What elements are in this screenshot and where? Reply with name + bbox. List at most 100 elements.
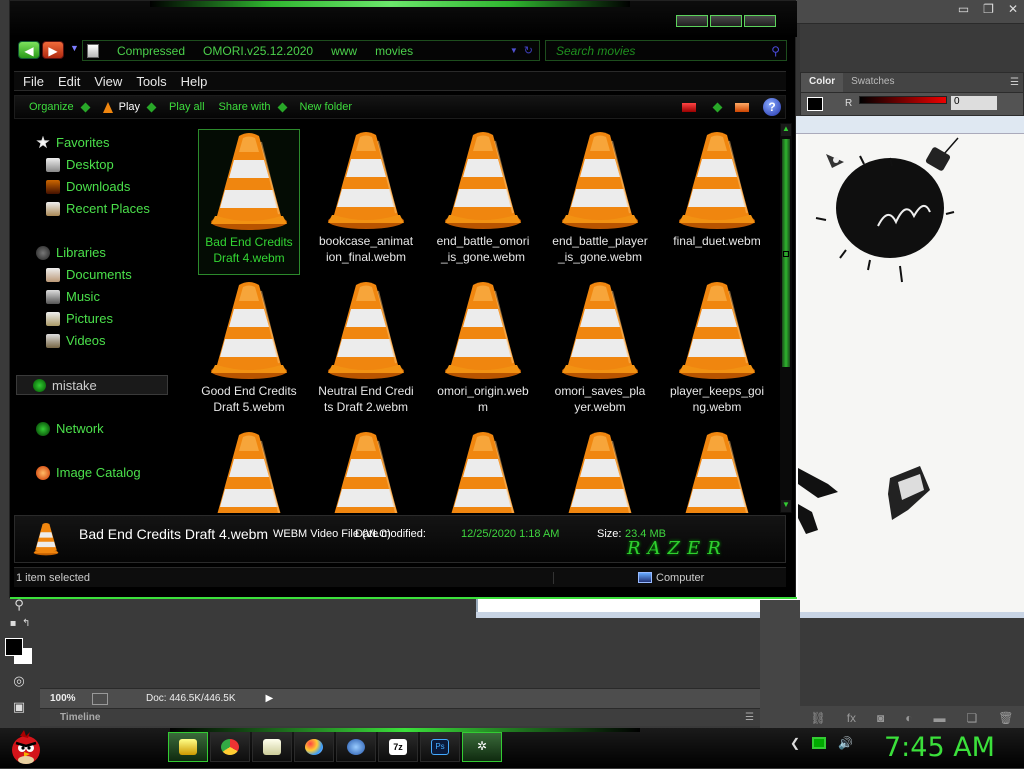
quick-mask-icon[interactable]: ◎ bbox=[8, 674, 30, 692]
adjustment-icon[interactable]: ◐ bbox=[905, 711, 912, 725]
menu-view[interactable]: View bbox=[94, 74, 122, 89]
photoshop-canvas[interactable] bbox=[798, 134, 1024, 618]
nav-network[interactable]: Network bbox=[36, 421, 104, 436]
file-item[interactable]: end_battle_omori_is_gone.webm bbox=[432, 129, 534, 275]
restore-icon[interactable]: ❐ bbox=[983, 2, 994, 16]
mask-icon[interactable]: ◙ bbox=[877, 711, 884, 725]
scroll-down-icon[interactable]: ▼ bbox=[781, 500, 791, 512]
zoom-level[interactable]: 100% bbox=[40, 693, 84, 704]
nav-libraries[interactable]: Libraries bbox=[36, 245, 106, 260]
breadcrumb-www[interactable]: www bbox=[331, 44, 357, 58]
change-view-icon[interactable] bbox=[682, 102, 696, 112]
menu-file[interactable]: File bbox=[23, 74, 44, 89]
default-colors-icon[interactable]: ▪ bbox=[2, 618, 24, 636]
help-icon[interactable]: ? bbox=[763, 98, 781, 116]
taskbar-files[interactable] bbox=[252, 732, 292, 762]
status-menu-icon[interactable]: ▶ bbox=[266, 693, 274, 704]
nav-mistake[interactable]: mistake bbox=[16, 375, 168, 395]
nav-image-catalog[interactable]: Image Catalog bbox=[36, 465, 141, 480]
taskbar-paint[interactable] bbox=[294, 732, 334, 762]
file-item[interactable]: bookcase_animation_final.webm bbox=[315, 129, 417, 275]
preview-pane-icon[interactable] bbox=[735, 102, 749, 112]
organize-button[interactable]: Organize bbox=[29, 101, 91, 113]
maximize-button[interactable] bbox=[710, 15, 742, 27]
nav-recent-places[interactable]: Recent Places bbox=[46, 201, 150, 216]
breadcrumb-omori[interactable]: OMORI.v25.12.2020 bbox=[203, 44, 313, 58]
swap-colors-icon[interactable]: ↰ bbox=[22, 618, 30, 629]
minimize-icon[interactable]: ▭ bbox=[958, 2, 969, 16]
menu-edit[interactable]: Edit bbox=[58, 74, 80, 89]
taskbar-ie[interactable] bbox=[336, 732, 376, 762]
foreground-swatch[interactable] bbox=[807, 97, 823, 111]
file-item[interactable]: end_battle_player_is_gone.webm bbox=[549, 129, 651, 275]
scroll-up-icon[interactable]: ▲ bbox=[781, 124, 791, 136]
close-icon[interactable]: ✕ bbox=[1008, 2, 1018, 16]
menu-tools[interactable]: Tools bbox=[136, 74, 166, 89]
folder-icon[interactable]: ▬ bbox=[934, 711, 946, 725]
taskbar-clock[interactable]: 7:45 AM bbox=[884, 732, 995, 763]
taskbar-7zip[interactable]: 7z bbox=[378, 732, 418, 762]
close-button[interactable] bbox=[744, 15, 776, 27]
taskbar-explorer[interactable] bbox=[168, 732, 208, 762]
address-dropdown-icon[interactable]: ▼ bbox=[510, 46, 518, 55]
nav-pictures[interactable]: Pictures bbox=[46, 311, 113, 326]
view-dropdown-icon[interactable] bbox=[712, 102, 723, 112]
file-item[interactable]: player_keeps_going.webm bbox=[666, 279, 768, 425]
forward-button[interactable]: ▶ bbox=[42, 41, 64, 59]
network-status-icon[interactable] bbox=[812, 737, 827, 749]
file-list-scrollbar[interactable]: ▲ ▼ bbox=[780, 123, 792, 513]
file-item[interactable] bbox=[432, 429, 534, 513]
fx-icon[interactable]: fx bbox=[847, 711, 856, 725]
minimize-button[interactable] bbox=[676, 15, 708, 27]
timeline-label[interactable]: Timeline bbox=[60, 712, 100, 723]
play-all-button[interactable]: Play all bbox=[169, 101, 204, 113]
play-button[interactable]: Play bbox=[102, 101, 157, 113]
trash-icon[interactable]: 🗑 bbox=[998, 711, 1013, 725]
tab-color[interactable]: Color bbox=[801, 73, 844, 92]
start-button[interactable] bbox=[6, 730, 46, 766]
explorer-titlebar[interactable] bbox=[10, 1, 797, 37]
nav-music[interactable]: Music bbox=[46, 289, 100, 304]
screen-mode-icon[interactable]: ▣ bbox=[8, 700, 30, 718]
nav-desktop[interactable]: Desktop bbox=[46, 157, 114, 172]
timeline-menu-icon[interactable]: ☰ bbox=[745, 712, 754, 723]
history-dropdown-icon[interactable]: ▼ bbox=[70, 43, 79, 53]
zoom-tool-icon[interactable]: ⚲ bbox=[8, 598, 30, 616]
nav-downloads[interactable]: Downloads bbox=[46, 179, 130, 194]
file-item[interactable]: Good End Credits Draft 5.webm bbox=[198, 279, 300, 425]
file-item[interactable]: omori_saves_player.webm bbox=[549, 279, 651, 425]
nav-favorites[interactable]: Favorites bbox=[36, 135, 109, 150]
taskbar-chrome[interactable] bbox=[210, 732, 250, 762]
menu-help[interactable]: Help bbox=[181, 74, 208, 89]
document-scrollbar[interactable] bbox=[476, 612, 1024, 618]
file-item[interactable]: final_duet.webm bbox=[666, 129, 768, 275]
red-channel-slider[interactable] bbox=[859, 96, 947, 104]
foreground-color[interactable] bbox=[5, 638, 23, 656]
nav-documents[interactable]: Documents bbox=[46, 267, 132, 282]
taskbar-photoshop[interactable]: Ps bbox=[420, 732, 460, 762]
share-with-button[interactable]: Share with bbox=[219, 101, 287, 113]
file-item[interactable] bbox=[198, 429, 300, 513]
tab-swatches[interactable]: Swatches bbox=[843, 73, 902, 92]
file-item[interactable]: omori_origin.webm bbox=[432, 279, 534, 425]
breadcrumb-compressed[interactable]: Compressed bbox=[117, 44, 185, 58]
search-icon[interactable]: ⚲ bbox=[771, 44, 780, 58]
nav-videos[interactable]: Videos bbox=[46, 333, 106, 348]
refresh-icon[interactable]: ↻ bbox=[524, 44, 533, 57]
file-item[interactable] bbox=[666, 429, 768, 513]
back-button[interactable]: ◀ bbox=[18, 41, 40, 59]
new-layer-icon[interactable]: ❏ bbox=[966, 711, 977, 725]
document-info-icon[interactable] bbox=[92, 692, 108, 705]
red-channel-value[interactable]: 0 bbox=[951, 96, 997, 110]
taskbar-razer[interactable]: ✲ bbox=[462, 732, 502, 762]
new-folder-button[interactable]: New folder bbox=[300, 101, 353, 113]
panel-menu-icon[interactable]: ☰ bbox=[1010, 77, 1019, 88]
file-item[interactable] bbox=[549, 429, 651, 513]
address-bar[interactable]: Compressed OMORI.v25.12.2020 www movies … bbox=[82, 40, 540, 61]
link-icon[interactable]: ⛓ bbox=[810, 711, 825, 725]
breadcrumb-movies[interactable]: movies bbox=[375, 44, 413, 58]
file-item[interactable]: Neutral End Credits Draft 2.webm bbox=[315, 279, 417, 425]
file-item[interactable] bbox=[315, 429, 417, 513]
volume-icon[interactable]: 🔊 bbox=[838, 736, 853, 750]
file-item[interactable]: Bad End Credits Draft 4.webm bbox=[198, 129, 300, 275]
